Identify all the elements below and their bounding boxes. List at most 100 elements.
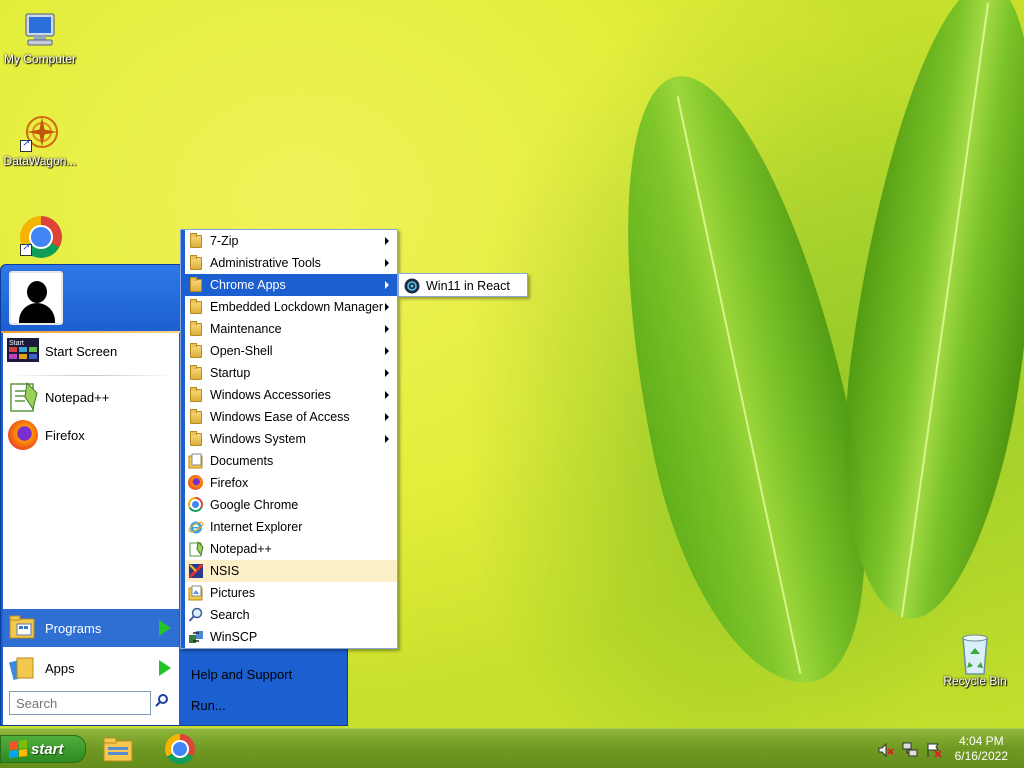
folder-icon bbox=[188, 387, 204, 403]
programs-item-administrative-tools[interactable]: Administrative Tools bbox=[185, 252, 397, 274]
notepad-plus-plus-icon bbox=[7, 381, 39, 413]
programs-label: Programs bbox=[45, 620, 102, 636]
search-icon[interactable] bbox=[153, 693, 171, 713]
start-menu-item-firefox[interactable]: Firefox bbox=[7, 417, 175, 453]
start-menu-help-and-support[interactable]: Help and Support bbox=[191, 667, 292, 682]
shortcut-arrow-icon bbox=[20, 138, 32, 152]
programs-item-windows-accessories[interactable]: Windows Accessories bbox=[185, 384, 397, 406]
avatar-body bbox=[19, 303, 55, 323]
menu-item-label: Google Chrome bbox=[210, 498, 299, 512]
start-menu-item-label: Firefox bbox=[45, 427, 85, 443]
datawagon-icon bbox=[20, 112, 60, 152]
folder-icon bbox=[188, 233, 204, 249]
volume-muted-icon[interactable] bbox=[878, 742, 894, 758]
notepad-plus-plus-icon bbox=[188, 540, 204, 557]
folder-icon bbox=[188, 255, 204, 271]
menu-item-label: Notepad++ bbox=[210, 542, 272, 556]
submenu-arrow-icon bbox=[385, 303, 389, 311]
menu-item-label: Windows System bbox=[210, 432, 306, 446]
folder-icon bbox=[188, 299, 204, 315]
programs-item-notepad-plus-plus[interactable]: Notepad++ bbox=[185, 538, 397, 560]
submenu-arrow-icon bbox=[385, 325, 389, 333]
desktop-icon-label: Recycle Bin bbox=[943, 674, 1007, 688]
programs-item-documents[interactable]: Documents bbox=[185, 450, 397, 472]
expand-arrow-icon bbox=[159, 620, 171, 636]
submenu-arrow-icon bbox=[385, 347, 389, 355]
menu-item-label: Windows Ease of Access bbox=[210, 410, 350, 424]
apps-icon bbox=[8, 654, 39, 682]
programs-submenu: 7-Zip Administrative Tools Chrome Apps E… bbox=[180, 229, 398, 649]
start-menu-run[interactable]: Run... bbox=[191, 698, 226, 713]
start-menu-item-label: Notepad++ bbox=[45, 389, 110, 405]
network-icon[interactable] bbox=[902, 742, 918, 758]
system-clock[interactable]: 4:04 PM 6/16/2022 bbox=[955, 734, 1008, 764]
chrome-taskbar-icon[interactable] bbox=[164, 733, 196, 765]
start-button[interactable]: start bbox=[0, 735, 86, 763]
menu-item-label: Administrative Tools bbox=[210, 256, 321, 270]
desktop-icon-datawagon[interactable]: DataWagon... bbox=[0, 112, 80, 168]
search-icon bbox=[188, 607, 204, 623]
menu-item-label: Windows Accessories bbox=[210, 388, 331, 402]
programs-item-google-chrome[interactable]: Google Chrome bbox=[185, 494, 397, 516]
taskbar: start 4:04 PM 6/16/2022 bbox=[0, 728, 1024, 768]
programs-item-chrome-apps[interactable]: Chrome Apps bbox=[185, 274, 397, 296]
shortcut-arrow-icon bbox=[20, 242, 32, 256]
internet-explorer-icon bbox=[188, 519, 204, 535]
programs-item-firefox[interactable]: Firefox bbox=[185, 472, 397, 494]
programs-item-pictures[interactable]: Pictures bbox=[185, 582, 397, 604]
programs-item-startup[interactable]: Startup bbox=[185, 362, 397, 384]
start-menu-search-input[interactable] bbox=[9, 691, 151, 715]
menu-item-label: Embedded Lockdown Manager bbox=[210, 300, 384, 314]
start-screen-icon: Start bbox=[7, 335, 39, 367]
nsis-icon bbox=[188, 563, 204, 579]
programs-item-windows-system[interactable]: Windows System bbox=[185, 428, 397, 450]
chrome-apps-item-win11-in-react[interactable]: Win11 in React bbox=[401, 275, 527, 297]
submenu-arrow-icon bbox=[385, 281, 389, 289]
menu-item-label: Win11 in React bbox=[426, 279, 510, 293]
programs-item-nsis[interactable]: NSIS bbox=[185, 560, 397, 582]
submenu-arrow-icon bbox=[385, 369, 389, 377]
chrome-icon bbox=[188, 497, 204, 513]
programs-item-open-shell[interactable]: Open-Shell bbox=[185, 340, 397, 362]
firefox-icon bbox=[7, 419, 39, 451]
menu-item-label: Search bbox=[210, 608, 250, 622]
folder-icon bbox=[188, 409, 204, 425]
submenu-arrow-icon bbox=[385, 391, 389, 399]
menu-item-label: Chrome Apps bbox=[210, 278, 286, 292]
desktop-icon-chrome[interactable] bbox=[0, 216, 80, 258]
desktop-icon-recycle-bin[interactable]: Recycle Bin bbox=[935, 632, 1015, 688]
action-center-alert-icon[interactable] bbox=[926, 742, 942, 758]
programs-item-winscp[interactable]: WinSCP bbox=[185, 626, 397, 648]
start-menu-item-label: Start Screen bbox=[45, 343, 118, 359]
menu-item-label: Internet Explorer bbox=[210, 520, 303, 534]
apps-label: Apps bbox=[45, 660, 75, 676]
programs-item-embedded-lockdown-manager[interactable]: Embedded Lockdown Manager bbox=[185, 296, 397, 318]
start-menu-programs-button[interactable]: Programs bbox=[3, 609, 179, 647]
system-tray: 4:04 PM 6/16/2022 bbox=[864, 729, 1024, 768]
folder-icon bbox=[188, 321, 204, 337]
file-explorer-taskbar-icon[interactable] bbox=[102, 733, 134, 765]
submenu-arrow-icon bbox=[385, 237, 389, 245]
menu-item-label: Startup bbox=[210, 366, 251, 380]
chrome-apps-submenu: Win11 in React bbox=[398, 273, 528, 297]
desktop-icon-my-computer[interactable]: My Computer bbox=[0, 10, 80, 66]
start-menu-apps-button[interactable]: Apps bbox=[3, 649, 179, 687]
programs-item-windows-ease-of-access[interactable]: Windows Ease of Access bbox=[185, 406, 397, 428]
user-avatar[interactable] bbox=[9, 271, 63, 325]
firefox-icon bbox=[188, 475, 204, 491]
svg-text:Start: Start bbox=[9, 340, 24, 347]
expand-arrow-icon bbox=[159, 660, 171, 676]
windows-logo-icon bbox=[9, 740, 27, 758]
start-menu-item-notepad-plus-plus[interactable]: Notepad++ bbox=[7, 379, 175, 415]
start-menu-item-start-screen[interactable]: Start Start Screen bbox=[7, 333, 175, 369]
menu-item-label: WinSCP bbox=[210, 630, 258, 644]
programs-item-search[interactable]: Search bbox=[185, 604, 397, 626]
folder-icon bbox=[188, 365, 204, 381]
desktop-icon-label: My Computer bbox=[3, 52, 77, 66]
programs-item-7-zip[interactable]: 7-Zip bbox=[185, 230, 397, 252]
programs-item-maintenance[interactable]: Maintenance bbox=[185, 318, 397, 340]
folder-icon bbox=[188, 343, 204, 359]
programs-item-internet-explorer[interactable]: Internet Explorer bbox=[185, 516, 397, 538]
separator bbox=[7, 375, 175, 376]
winscp-icon bbox=[188, 629, 204, 645]
